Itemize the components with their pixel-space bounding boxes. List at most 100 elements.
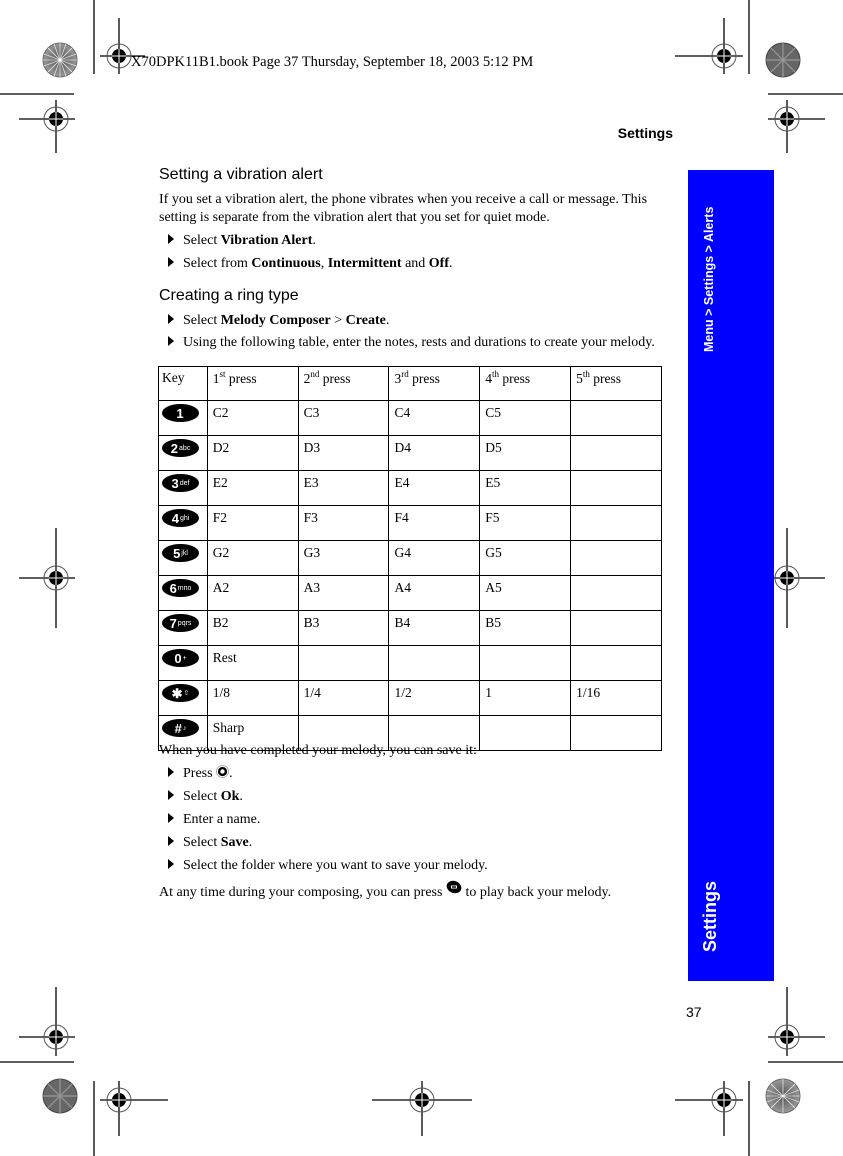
table-row: 5 jkl G2 G3 G4 G5 bbox=[158, 540, 662, 576]
heading-ring-type: Creating a ring type bbox=[159, 287, 299, 304]
note-cell: G3 bbox=[297, 540, 390, 576]
key-cell: 0 + bbox=[158, 645, 208, 681]
note-cell: A5 bbox=[479, 575, 572, 611]
key-cell: 3 def bbox=[158, 470, 208, 506]
table-row: 2 abc D2 D3 D4 D5 bbox=[158, 435, 662, 471]
note-cell bbox=[570, 715, 662, 751]
key-0-icon: 0 + bbox=[162, 649, 199, 667]
note-cell bbox=[570, 505, 662, 541]
bullet-arrow-icon bbox=[168, 234, 174, 244]
header-press-1: 1st press bbox=[206, 366, 299, 401]
step-item: Press . bbox=[165, 765, 233, 783]
play-key-icon bbox=[446, 880, 462, 894]
table-row: 1 C2 C3 C4 C5 bbox=[158, 400, 662, 436]
running-head: Settings bbox=[617, 125, 673, 141]
note-cell: E5 bbox=[479, 470, 572, 506]
table-header-row: Key 1st press 2nd press 3rd press 4th press 5… bbox=[158, 366, 662, 401]
note-cell bbox=[297, 645, 390, 681]
note-cell: C3 bbox=[297, 400, 390, 436]
note-cell bbox=[388, 645, 481, 681]
bullet-arrow-icon bbox=[168, 859, 174, 869]
note-cell: B4 bbox=[388, 610, 481, 646]
side-tab: Menu > Settings > Alerts Settings bbox=[688, 170, 774, 981]
key-1-icon: 1 bbox=[162, 404, 199, 422]
note-cell: D5 bbox=[479, 435, 572, 471]
note-cell: F2 bbox=[206, 505, 299, 541]
register-cross bbox=[19, 100, 75, 153]
side-tab-menu-path: Menu > Settings > Alerts bbox=[702, 206, 716, 352]
note-cell: C5 bbox=[479, 400, 572, 436]
note-cell bbox=[570, 645, 662, 681]
key-3-icon: 3 def bbox=[162, 474, 199, 492]
key-cell: 2 abc bbox=[158, 435, 208, 471]
note-cell: G4 bbox=[388, 540, 481, 576]
step-item: Select Save. bbox=[165, 834, 252, 852]
header-press-5: 5th press bbox=[570, 366, 662, 401]
table-row: 4 ghi F2 F3 F4 F5 bbox=[158, 505, 662, 541]
step-item: Select the folder where you want to save… bbox=[165, 857, 488, 875]
table-row: 0 + Rest bbox=[158, 645, 662, 681]
note-cell: F3 bbox=[297, 505, 390, 541]
key-cell: 6 mno bbox=[158, 575, 208, 611]
note-cell: D3 bbox=[297, 435, 390, 471]
key-7-icon: 7 pqrs bbox=[162, 614, 199, 632]
note-cell: C4 bbox=[388, 400, 481, 436]
header-press-2: 2nd press bbox=[297, 366, 390, 401]
note-cell: C2 bbox=[206, 400, 299, 436]
note-cell: 1/2 bbox=[388, 680, 481, 716]
note-cell: B3 bbox=[297, 610, 390, 646]
star-target bbox=[42, 42, 78, 78]
note-cell: D4 bbox=[388, 435, 481, 471]
note-cell bbox=[479, 715, 572, 751]
step-item: Using the following table, enter the not… bbox=[165, 334, 655, 352]
note-cell: F5 bbox=[479, 505, 572, 541]
page-number: 37 bbox=[686, 1004, 702, 1020]
bullet-arrow-icon bbox=[168, 257, 174, 267]
note-cell: A4 bbox=[388, 575, 481, 611]
header-key: Key bbox=[158, 366, 208, 401]
note-cell: 1/16 bbox=[570, 680, 662, 716]
print-slug: X70DPK11B1.book Page 37 Thursday, Septem… bbox=[131, 54, 534, 70]
note-cell bbox=[570, 470, 662, 506]
ok-key-icon bbox=[216, 765, 229, 778]
note-cell: 1/8 bbox=[206, 680, 299, 716]
note-cell: 1 bbox=[479, 680, 572, 716]
bullet-arrow-icon bbox=[168, 767, 174, 777]
header-press-3: 3rd press bbox=[388, 366, 481, 401]
note-cell: 1/4 bbox=[297, 680, 390, 716]
key-6-icon: 6 mno bbox=[162, 579, 199, 597]
bullet-arrow-icon bbox=[168, 314, 174, 324]
step-item: Select Ok. bbox=[165, 788, 243, 806]
key-hash-icon: # ♪ bbox=[162, 719, 199, 737]
key-4-icon: 4 ghi bbox=[162, 509, 199, 527]
note-cell: D2 bbox=[206, 435, 299, 471]
vibration-intro: If you set a vibration alert, the phone … bbox=[159, 192, 648, 225]
bullet-arrow-icon bbox=[168, 790, 174, 800]
note-cell: A3 bbox=[297, 575, 390, 611]
crop-mark bbox=[0, 0, 95, 95]
bullet-arrow-icon bbox=[168, 336, 174, 346]
table-row: 6 mno A2 A3 A4 A5 bbox=[158, 575, 662, 611]
key-cell: 7 pqrs bbox=[158, 610, 208, 646]
table-row: 7 pqrs B2 B3 B4 B5 bbox=[158, 610, 662, 646]
step-item: Select Melody Composer > Create. bbox=[165, 312, 389, 330]
note-cell: E3 bbox=[297, 470, 390, 506]
key-5-icon: 5 jkl bbox=[162, 544, 199, 562]
header-press-4: 4th press bbox=[479, 366, 572, 401]
key-star-icon: ✱ ⇧ bbox=[162, 684, 199, 702]
note-cell bbox=[570, 435, 662, 471]
note-cell: B5 bbox=[479, 610, 572, 646]
step-item: Select from Continuous, Intermittent and… bbox=[165, 255, 453, 273]
save-intro: When you have completed your melody, you… bbox=[159, 743, 477, 758]
key-cell: 5 jkl bbox=[158, 540, 208, 576]
note-cell: F4 bbox=[388, 505, 481, 541]
note-cell bbox=[570, 575, 662, 611]
heading-vibration-alert: Setting a vibration alert bbox=[159, 166, 323, 183]
step-item: Select Vibration Alert. bbox=[165, 232, 316, 250]
note-cell bbox=[570, 610, 662, 646]
note-cell: G2 bbox=[206, 540, 299, 576]
step-item: Enter a name. bbox=[165, 811, 260, 829]
note-cell: E2 bbox=[206, 470, 299, 506]
table-row: 3 def E2 E3 E4 E5 bbox=[158, 470, 662, 506]
play-back-note: At any time during your composing, you c… bbox=[159, 880, 611, 902]
